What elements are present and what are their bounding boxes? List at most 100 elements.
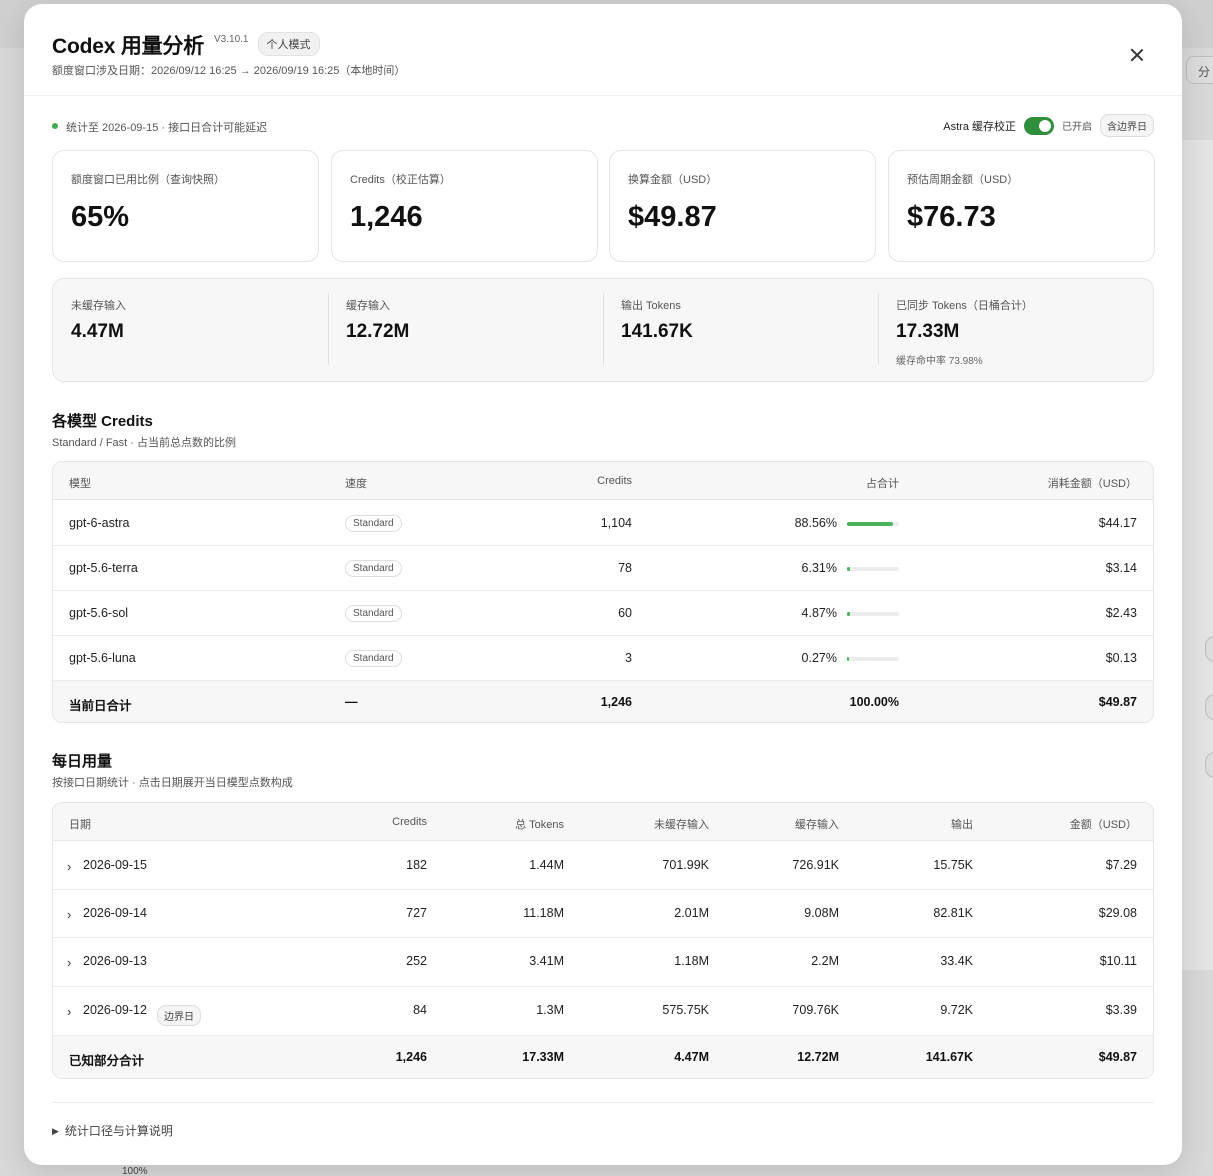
amount-value: $10.11 — [1099, 954, 1137, 968]
modal-title: Codex 用量分析 — [52, 35, 205, 58]
cost-value: $2.43 — [1105, 606, 1137, 620]
total-uncached: 4.47M — [674, 1050, 709, 1064]
window-dates: 额度窗口涉及日期：2026/09/12 16:25 → 2026/09/19 1… — [52, 65, 406, 77]
share-bar — [847, 567, 899, 571]
date-value[interactable]: 2026-09-15 — [83, 858, 147, 872]
tokens-value: 3.41M — [529, 954, 564, 968]
chevron-right-icon[interactable]: › — [67, 955, 71, 970]
table-row[interactable]: › 2026-09-12 边界日 84 1.3M 575.75K 709.76K… — [53, 987, 1153, 1036]
credits-value: 3 — [625, 651, 632, 665]
amount-card: 换算金额（USD） $49.87 — [609, 150, 876, 262]
share-bar-fill — [847, 657, 849, 661]
credits-value: 84 — [413, 1003, 427, 1017]
divider — [52, 1102, 1154, 1103]
stat-label: 输出 Tokens — [621, 300, 681, 312]
mode-badge: 个人模式 — [257, 32, 320, 56]
header-credits: Credits — [597, 475, 632, 487]
cache-correction-label: Astra 缓存校正 — [943, 120, 1016, 133]
table-row[interactable]: › 2026-09-14 727 11.18M 2.01M 9.08M 82.8… — [53, 890, 1153, 938]
daily-table: 日期 Credits 总 Tokens 未缓存输入 缓存输入 输出 金额（USD… — [52, 802, 1154, 1079]
table-row[interactable]: › 2026-09-15 182 1.44M 701.99K 726.91K 1… — [53, 842, 1153, 890]
share-bar — [847, 657, 899, 661]
share-value: 88.56% — [794, 516, 837, 530]
output-value: 33.4K — [940, 954, 973, 968]
tokens-value: 1.3M — [536, 1003, 564, 1017]
output-value: 15.75K — [933, 858, 973, 872]
card-label: 预估周期金额（USD） — [907, 174, 1019, 186]
version-label: V3.10.1 — [214, 33, 249, 45]
credits-value: 60 — [618, 606, 632, 620]
table-row[interactable]: gpt-5.6-terra Standard 78 6.31% $3.14 — [53, 546, 1153, 591]
chevron-right-icon[interactable]: › — [67, 1004, 71, 1019]
total-share: 100.00% — [849, 695, 899, 709]
total-speed: — — [345, 695, 358, 709]
share-bar-fill — [847, 612, 850, 616]
models-section-subtitle: Standard / Fast · 占当前总点数的比例 — [52, 437, 236, 449]
total-amount: $49.87 — [1098, 1050, 1137, 1064]
triangle-right-icon: ▶ — [52, 1126, 59, 1136]
usage-modal: Codex 用量分析 V3.10.1 个人模式 额度窗口涉及日期：2026/09… — [24, 4, 1182, 1165]
chevron-right-icon[interactable]: › — [67, 907, 71, 922]
share-value: 4.87% — [801, 606, 837, 620]
chevron-right-icon[interactable]: › — [67, 859, 71, 874]
methodology-toggle[interactable]: ▶ 统计口径与计算说明 — [52, 1122, 173, 1139]
table-row[interactable]: gpt-5.6-luna Standard 3 0.27% $0.13 — [53, 636, 1153, 681]
speed-badge: Standard — [345, 515, 402, 532]
stat-synced-tokens: 已同步 Tokens（日桶合计） 17.33M 缓存命中率 73.98% — [878, 279, 1153, 383]
cost-value: $3.14 — [1105, 561, 1137, 575]
boundary-day-tag: 边界日 — [157, 1005, 201, 1026]
credits-value: 1,104 — [600, 516, 632, 530]
cache-hit-rate: 缓存命中率 73.98% — [896, 356, 983, 367]
close-icon[interactable] — [1126, 44, 1148, 66]
background-panel — [1180, 140, 1213, 970]
speed-badge: Standard — [345, 650, 402, 667]
credits-card: Credits（校正估算） 1,246 — [331, 150, 598, 262]
cached-value: 9.08M — [804, 906, 839, 920]
table-header: 日期 Credits 总 Tokens 未缓存输入 缓存输入 输出 金额（USD… — [53, 803, 1153, 841]
header-output: 输出 — [951, 819, 973, 831]
table-row[interactable]: › 2026-09-13 252 3.41M 1.18M 2.2M 33.4K … — [53, 938, 1153, 987]
card-value: $49.87 — [628, 201, 717, 233]
cache-correction-toggle[interactable] — [1024, 116, 1054, 135]
table-total-row: 当前日合计 — 1,246 100.00% $49.87 — [53, 681, 1153, 722]
date-value[interactable]: 2026-09-12 — [83, 1003, 147, 1017]
credits-value: 252 — [406, 954, 427, 968]
table-row[interactable]: gpt-5.6-sol Standard 60 4.87% $2.43 — [53, 591, 1153, 636]
header-cost: 消耗金额（USD） — [1047, 478, 1137, 490]
total-credits: 1,246 — [395, 1050, 427, 1064]
table-row[interactable]: gpt-6-astra Standard 1,104 88.56% $44.17 — [53, 501, 1153, 546]
amount-value: $3.39 — [1105, 1003, 1137, 1017]
card-value: 1,246 — [350, 201, 423, 233]
cached-value: 2.2M — [811, 954, 839, 968]
stat-value: 141.67K — [621, 321, 693, 342]
models-section-title: 各模型 Credits — [52, 413, 153, 430]
header-amount: 金额（USD） — [1069, 819, 1137, 831]
date-value[interactable]: 2026-09-13 — [83, 954, 147, 968]
output-value: 82.81K — [933, 906, 973, 920]
credits-value: 78 — [618, 561, 632, 575]
cached-value: 709.76K — [792, 1003, 839, 1017]
table-total-row: 已知部分合计 1,246 17.33M 4.47M 12.72M 141.67K… — [53, 1036, 1153, 1078]
models-table: 模型 速度 Credits 占合计 消耗金额（USD） gpt-6-astra … — [52, 461, 1154, 723]
header-speed: 速度 — [345, 478, 367, 490]
card-value: $76.73 — [907, 201, 996, 233]
table-header: 模型 速度 Credits 占合计 消耗金额（USD） — [53, 462, 1153, 500]
daily-section-subtitle: 按接口日期统计 · 点击日期展开当日模型点数构成 — [52, 777, 293, 789]
background-circle — [1205, 694, 1213, 720]
stat-output-tokens: 输出 Tokens 141.67K — [603, 279, 878, 383]
share-value: 6.31% — [801, 561, 837, 575]
daily-section-title: 每日用量 — [52, 753, 113, 770]
date-value[interactable]: 2026-09-14 — [83, 906, 147, 920]
boundary-day-chip[interactable]: 含边界日 — [1100, 114, 1154, 137]
total-label: 已知部分合计 — [69, 1054, 145, 1068]
model-name: gpt-5.6-luna — [69, 651, 136, 665]
uncached-value: 701.99K — [662, 858, 709, 872]
output-value: 9.72K — [940, 1003, 973, 1017]
credits-value: 182 — [406, 858, 427, 872]
header-tokens: 总 Tokens — [515, 819, 564, 831]
header-credits: Credits — [392, 816, 427, 828]
share-bar — [847, 522, 899, 526]
stat-label: 未缓存输入 — [71, 300, 126, 312]
model-name: gpt-5.6-sol — [69, 606, 129, 620]
model-name: gpt-6-astra — [69, 516, 130, 530]
